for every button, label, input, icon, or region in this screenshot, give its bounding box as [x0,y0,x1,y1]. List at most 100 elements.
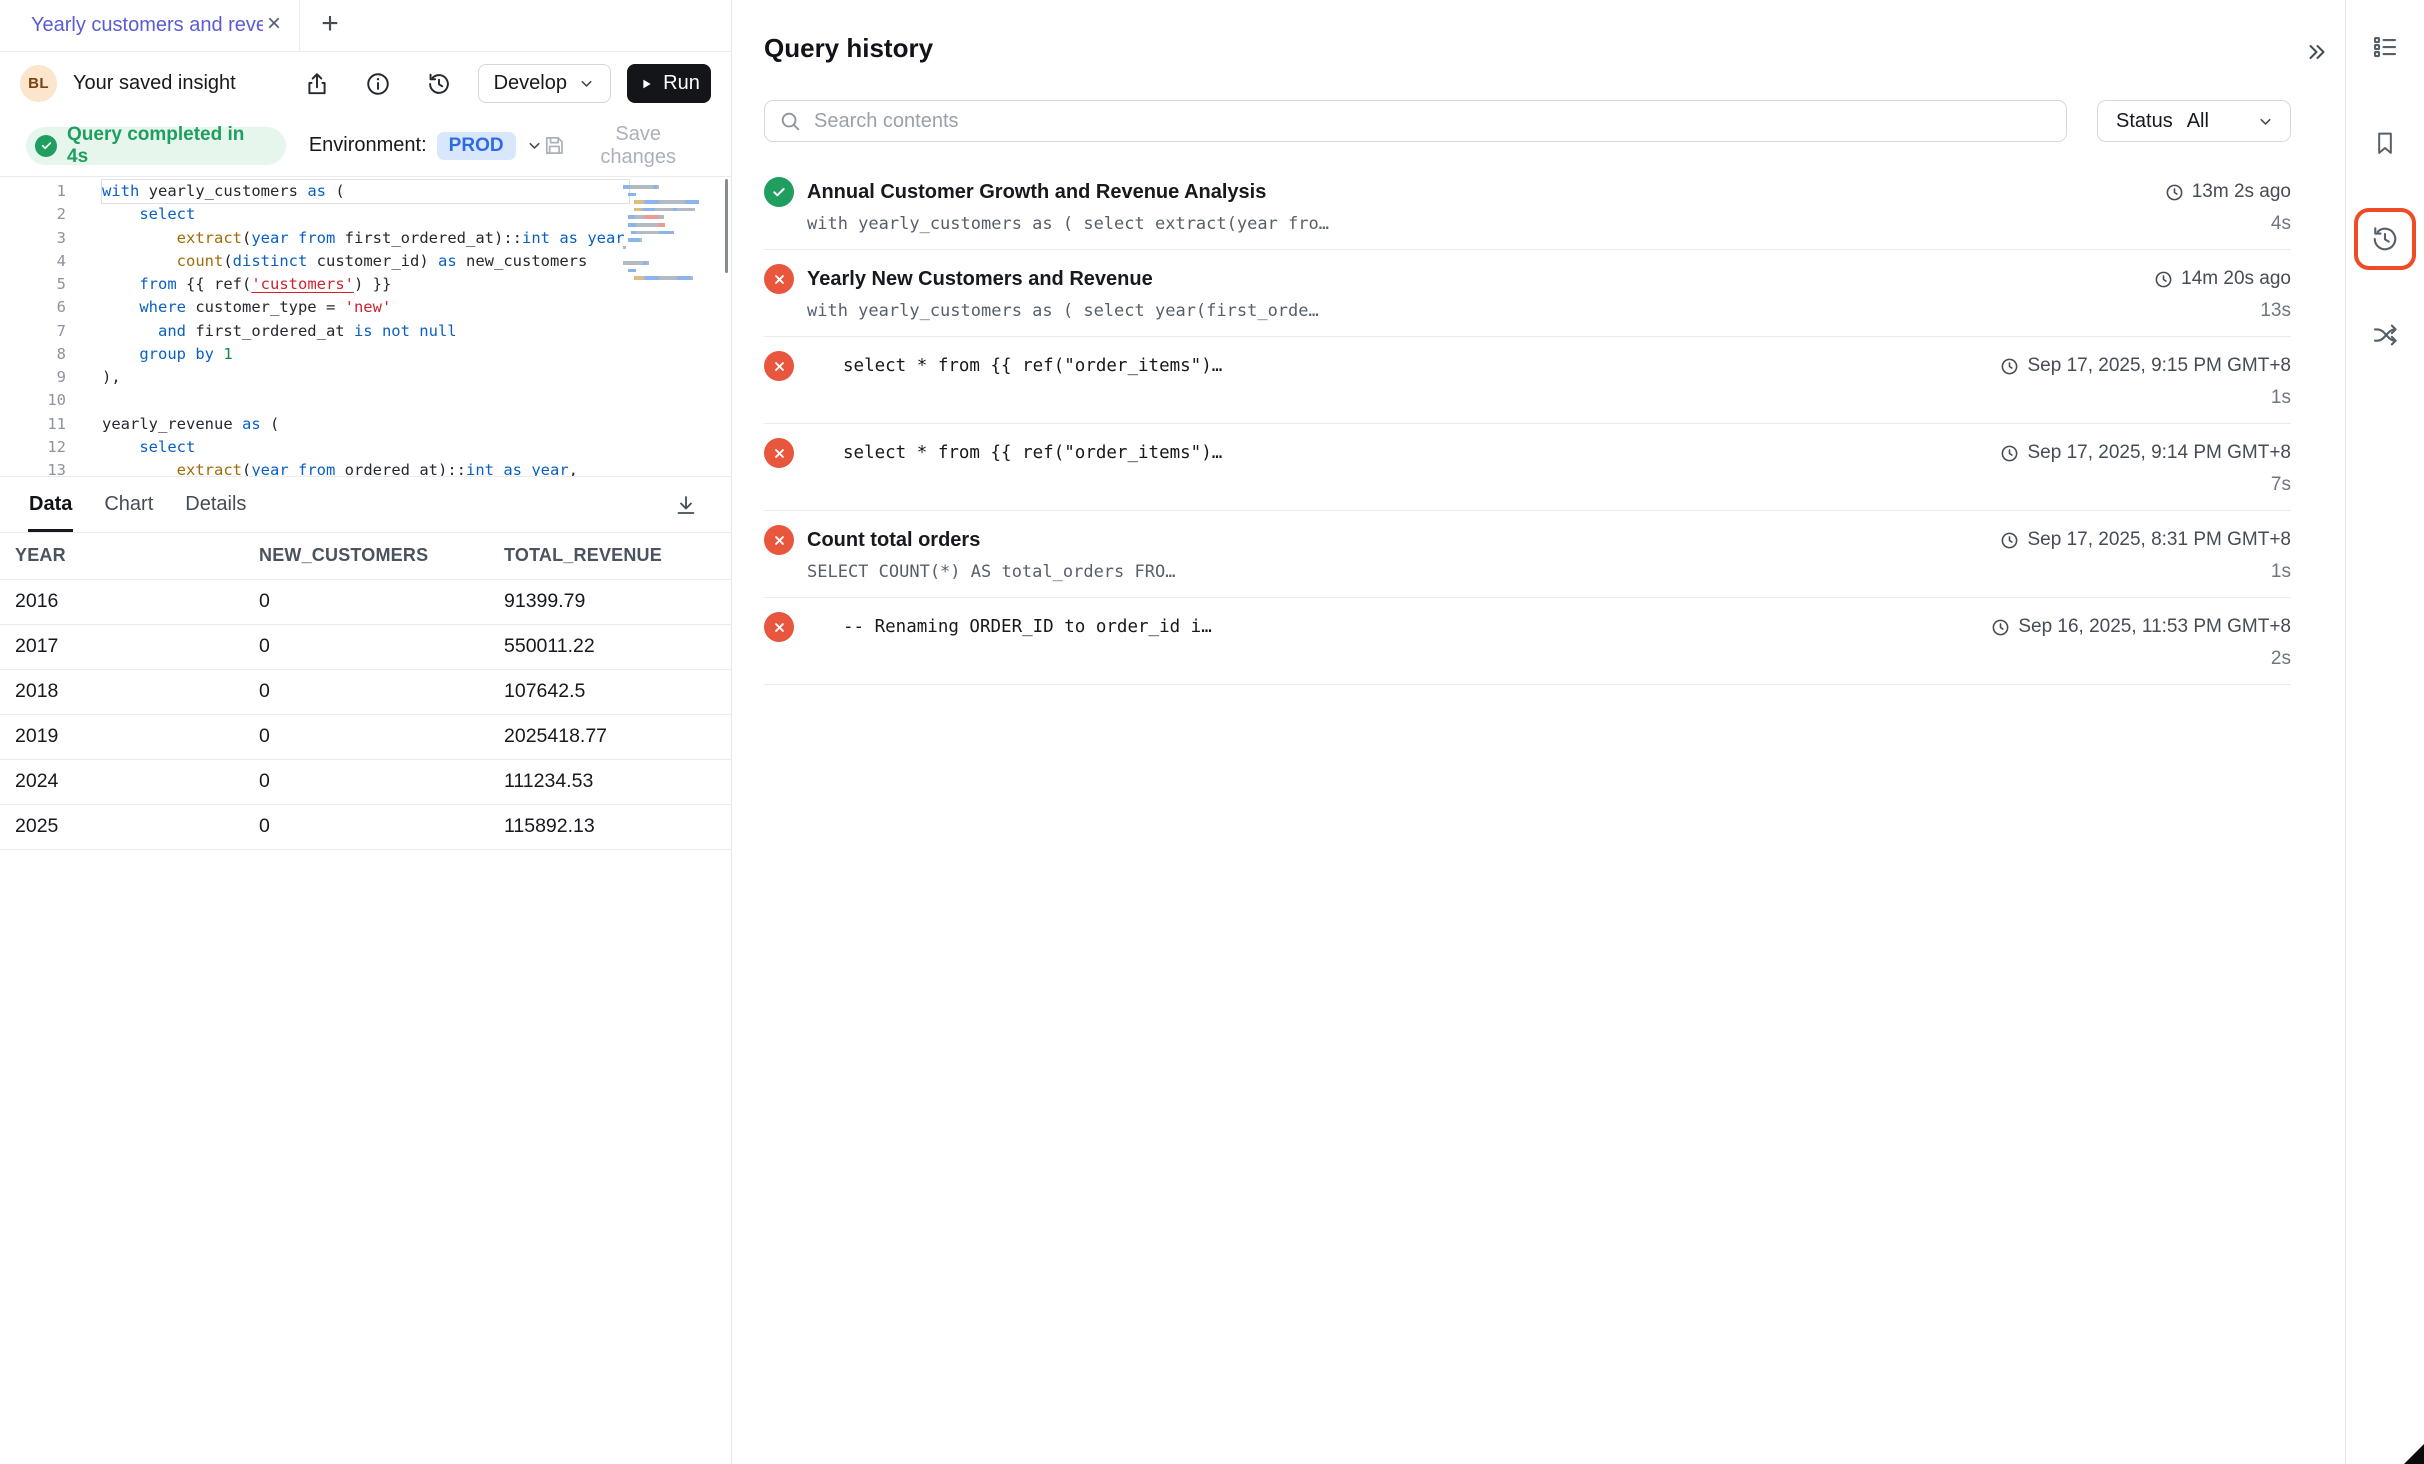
code-token: year [251,229,298,247]
search-icon [779,110,801,132]
results-tab-details[interactable]: Details [184,477,247,532]
run-button[interactable]: Run [627,64,711,103]
minimap-mark [636,223,658,227]
status-filter-button[interactable]: Status All [2097,100,2291,142]
save-changes-button[interactable]: Save changes [543,123,701,169]
code-line[interactable]: and first_ordered_at is not null [102,320,629,343]
code-area[interactable]: with yearly_customers as ( select extrac… [102,180,629,476]
minimap-line [623,244,711,252]
minimap-line [623,236,711,244]
insight-title: Your saved insight [73,72,236,95]
code-line[interactable] [102,389,629,412]
version-history-button[interactable] [422,67,456,101]
table-cell: 111234.53 [489,759,731,804]
minimap-mark [645,200,652,204]
collapse-panel-button[interactable] [2305,40,2329,64]
line-numbers: 12345678910111213 [0,180,66,476]
code-token [102,298,139,316]
history-item-time: 13m 2s ago [2165,181,2291,203]
history-item[interactable]: select * from {{ ref("order_items")… Sep … [764,424,2291,511]
history-item-time-text: Sep 17, 2025, 8:31 PM GMT+8 [2027,529,2291,551]
code-token: from [298,229,345,247]
history-item-title: select * from {{ ref("order_items")… [843,443,1987,463]
minimap-line [623,229,711,237]
query-queue-button[interactable] [2361,23,2409,71]
table-row: 20170550011.22 [0,624,731,669]
history-item[interactable]: Count total ordersSep 17, 2025, 8:31 PM … [764,511,2291,598]
results-tab-chart[interactable]: Chart [103,477,154,532]
line-number: 4 [0,250,66,273]
close-tab-icon[interactable]: × [263,12,285,39]
line-number: 9 [0,366,66,389]
code-token: distinct [233,252,317,270]
table-cell: 550011.22 [489,624,731,669]
history-item[interactable]: Yearly New Customers and Revenue14m 20s … [764,250,2291,337]
code-line[interactable]: extract(year from ordered_at)::int as ye… [102,459,629,477]
search-input[interactable] [812,109,2052,134]
code-token: ( [242,461,251,477]
minimap-mark [652,276,659,280]
minimap-mark [659,200,681,204]
app-root: Yearly customers and revenue × + BL Your… [0,0,2424,1464]
lineage-button[interactable] [2361,311,2409,359]
new-tab-button[interactable]: + [310,0,350,51]
tab-bar: Yearly customers and revenue × + [0,0,731,52]
results-tab-data[interactable]: Data [28,477,73,532]
code-token: {{ ref( [186,275,251,293]
code-line[interactable]: with yearly_customers as ( [102,180,629,203]
download-results-button[interactable] [669,488,703,522]
query-history-button[interactable] [2361,215,2409,263]
code-token: as [307,182,335,200]
minimap-mark [640,238,642,242]
code-line[interactable]: where customer_type = 'new' [102,296,629,319]
column-header: TOTAL_REVENUE [489,533,731,579]
code-token [102,461,177,477]
history-item[interactable]: select * from {{ ref("order_items")…Sep … [764,337,2291,424]
code-token [102,275,139,293]
code-line[interactable]: count(distinct customer_id) as new_custo… [102,250,629,273]
code-line[interactable]: extract(year from first_ordered_at)::int… [102,227,629,250]
sql-editor[interactable]: 12345678910111213 with yearly_customers … [0,177,731,477]
editor-minimap[interactable] [623,183,711,282]
table-row: 20250115892.13 [0,804,731,849]
code-line[interactable]: select [102,436,629,459]
results-table: YEARNEW_CUSTOMERSTOTAL_REVENUE 201609139… [0,533,731,850]
minimap-line [623,206,711,214]
code-token: yearly_customers [149,182,308,200]
develop-button[interactable]: Develop [478,64,611,103]
code-line[interactable]: select [102,203,629,226]
minimap-mark [644,215,659,219]
code-token: new_customers [466,252,587,270]
history-item-time: Sep 17, 2025, 9:14 PM GMT+8 [2000,442,2291,464]
bookmarks-button[interactable] [2361,119,2409,167]
search-box[interactable] [764,100,2067,142]
info-button[interactable] [361,67,395,101]
history-item-main-row: -- Renaming ORDER_ID to order_id i…Sep 1… [764,612,2291,642]
environment-select[interactable]: Environment: PROD [309,132,543,160]
minimap-mark [623,200,634,204]
history-item[interactable]: -- Renaming ORDER_ID to order_id i…Sep 1… [764,598,2291,685]
tab-title: Yearly customers and revenue [31,14,263,37]
editor-scrollbar-thumb[interactable] [725,179,728,273]
query-status-badge: Query completed in 4s [26,127,286,165]
code-line[interactable]: yearly_revenue as ( [102,413,629,436]
code-line[interactable]: from {{ ref('customers') }} [102,273,629,296]
history-item[interactable]: Annual Customer Growth and Revenue Analy… [764,163,2291,250]
chevron-down-icon [526,137,543,154]
history-item-main-row: Annual Customer Growth and Revenue Analy… [764,177,2291,207]
right-icon-rail [2345,0,2424,1464]
code-token: first_ordered_at [195,322,354,340]
code-line[interactable]: group by 1 [102,343,629,366]
code-token [102,205,139,223]
code-token: year [251,461,298,477]
share-button[interactable] [300,67,334,101]
minimap-line [623,198,711,206]
clock-icon [2154,270,2173,289]
history-item-main-row: Count total ordersSep 17, 2025, 8:31 PM … [764,525,2291,555]
history-item-snippet: SELECT COUNT(*) AS total_orders FRO… [807,562,2271,582]
line-number: 12 [0,436,66,459]
minimap-mark [659,215,664,219]
tab-yearly-customers-and-revenue[interactable]: Yearly customers and revenue × [0,0,300,51]
code-line[interactable]: ), [102,366,629,389]
code-token: as [503,461,531,477]
